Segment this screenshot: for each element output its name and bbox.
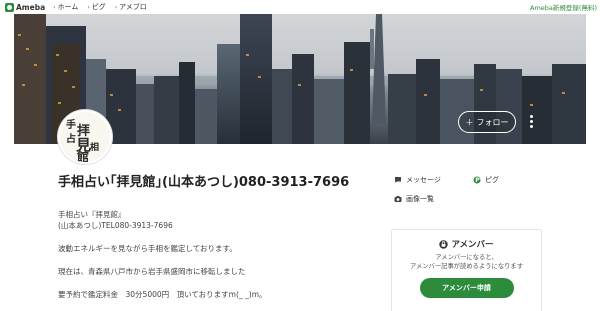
amember-title-text: アメンバー — [451, 240, 494, 250]
follow-label: フォロー — [476, 117, 509, 127]
avatar-char: 占 — [66, 134, 76, 145]
pigg-label: ピグ — [485, 176, 499, 184]
ameba-logo-icon — [5, 2, 14, 12]
chevron-right-icon: › — [87, 3, 90, 11]
nav-item-label: ピグ — [91, 3, 106, 11]
chevron-right-icon: › — [53, 3, 56, 11]
avatar-char: 手 — [66, 120, 76, 131]
nav-item-pigg[interactable]: › ピグ — [87, 2, 105, 12]
plus-icon: ＋ — [465, 117, 474, 127]
camera-icon — [394, 196, 402, 202]
profile-line: 手相占い『拝見館』 — [58, 210, 126, 219]
avatar-char: 館 — [77, 150, 90, 164]
amember-description: アメンバーになると、 アメンバー記事が読めるようになります — [392, 253, 541, 271]
top-nav: › ホーム › ピグ › アメブロ — [53, 2, 147, 12]
nav-item-label: ホーム — [57, 3, 79, 11]
amember-title: アメンバー — [392, 238, 541, 250]
more-vertical-icon-dot — [529, 120, 533, 123]
amember-desc-line: アメンバー記事が読めるようになります — [409, 263, 524, 270]
svg-text:P: P — [475, 177, 480, 184]
image-list-label: 画像一覧 — [406, 195, 434, 203]
profile-text: 手相占い『拝見館』 (山本あつし)TEL080-3913-7696 波動エネルギ… — [58, 209, 267, 300]
ameba-logo[interactable]: Ameba — [5, 2, 46, 12]
avatar-char: 相 — [90, 143, 100, 153]
pigg-link[interactable]: P ピグ — [473, 175, 499, 185]
more-menu-button[interactable] — [528, 114, 534, 132]
profile-line: 要予約で鑑定料金 30分5000円 頂いておりますm(_ _)m。 — [58, 290, 267, 299]
message-label: メッセージ — [406, 176, 441, 184]
profile-line: (山本あつし)TEL080-3913-7696 — [58, 221, 173, 230]
chevron-right-icon: › — [114, 3, 118, 11]
more-vertical-icon — [529, 115, 533, 118]
nav-item-home[interactable]: › ホーム — [53, 2, 78, 12]
avatar[interactable]: 手 相 占 拝 見 館 — [58, 110, 112, 164]
nav-item-label: アメブロ — [119, 3, 147, 11]
message-icon — [395, 177, 401, 183]
pigg-icon: P — [473, 176, 481, 184]
more-vertical-icon-dot — [529, 125, 533, 128]
signup-link[interactable]: Ameba新規登録(無料) — [530, 2, 597, 12]
lock-icon — [439, 239, 449, 249]
amember-desc-line: アメンバーになると、 — [435, 254, 498, 261]
amember-apply-button[interactable]: アメンバー申請 — [419, 278, 514, 298]
blog-title[interactable]: 手相占い｢拝見館｣(山本あつし)080-3913-7696 — [58, 171, 349, 190]
avatar-image: 手 相 占 拝 見 館 — [60, 112, 110, 162]
image-list-link[interactable]: 画像一覧 — [394, 194, 434, 204]
profile-line: 波動エネルギーを見ながら手相を鑑定しております。 — [58, 244, 237, 253]
follow-button[interactable]: ＋ フォロー — [458, 111, 516, 133]
profile-line: 現在は、青森県八戸市から岩手県盛岡市に移転しました — [58, 267, 246, 276]
logo-text: Ameba — [16, 2, 46, 12]
message-link[interactable]: メッセージ — [394, 175, 441, 185]
amember-card: アメンバー アメンバーになると、 アメンバー記事が読めるようになります アメンバ… — [391, 229, 542, 311]
nav-item-ameblo[interactable]: › アメブロ — [115, 2, 147, 12]
top-bar: Ameba › ホーム › ピグ › アメブロ Ameba新規登録(無料) — [0, 0, 600, 14]
